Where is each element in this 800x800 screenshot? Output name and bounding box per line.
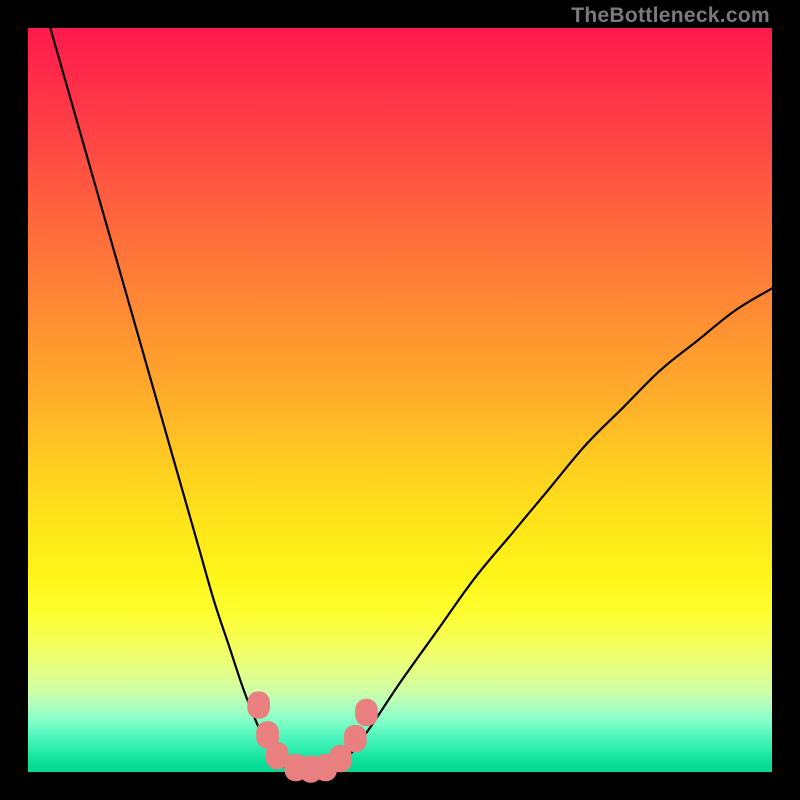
trough-markers <box>247 691 377 782</box>
trough-marker <box>355 699 378 726</box>
watermark-text: TheBottleneck.com <box>571 4 770 28</box>
trough-marker <box>344 725 367 752</box>
trough-marker <box>247 691 270 718</box>
chart-frame: TheBottleneck.com <box>0 0 800 800</box>
plot-area <box>28 28 772 772</box>
curve-layer <box>28 28 772 772</box>
bottleneck-curve <box>50 28 772 773</box>
